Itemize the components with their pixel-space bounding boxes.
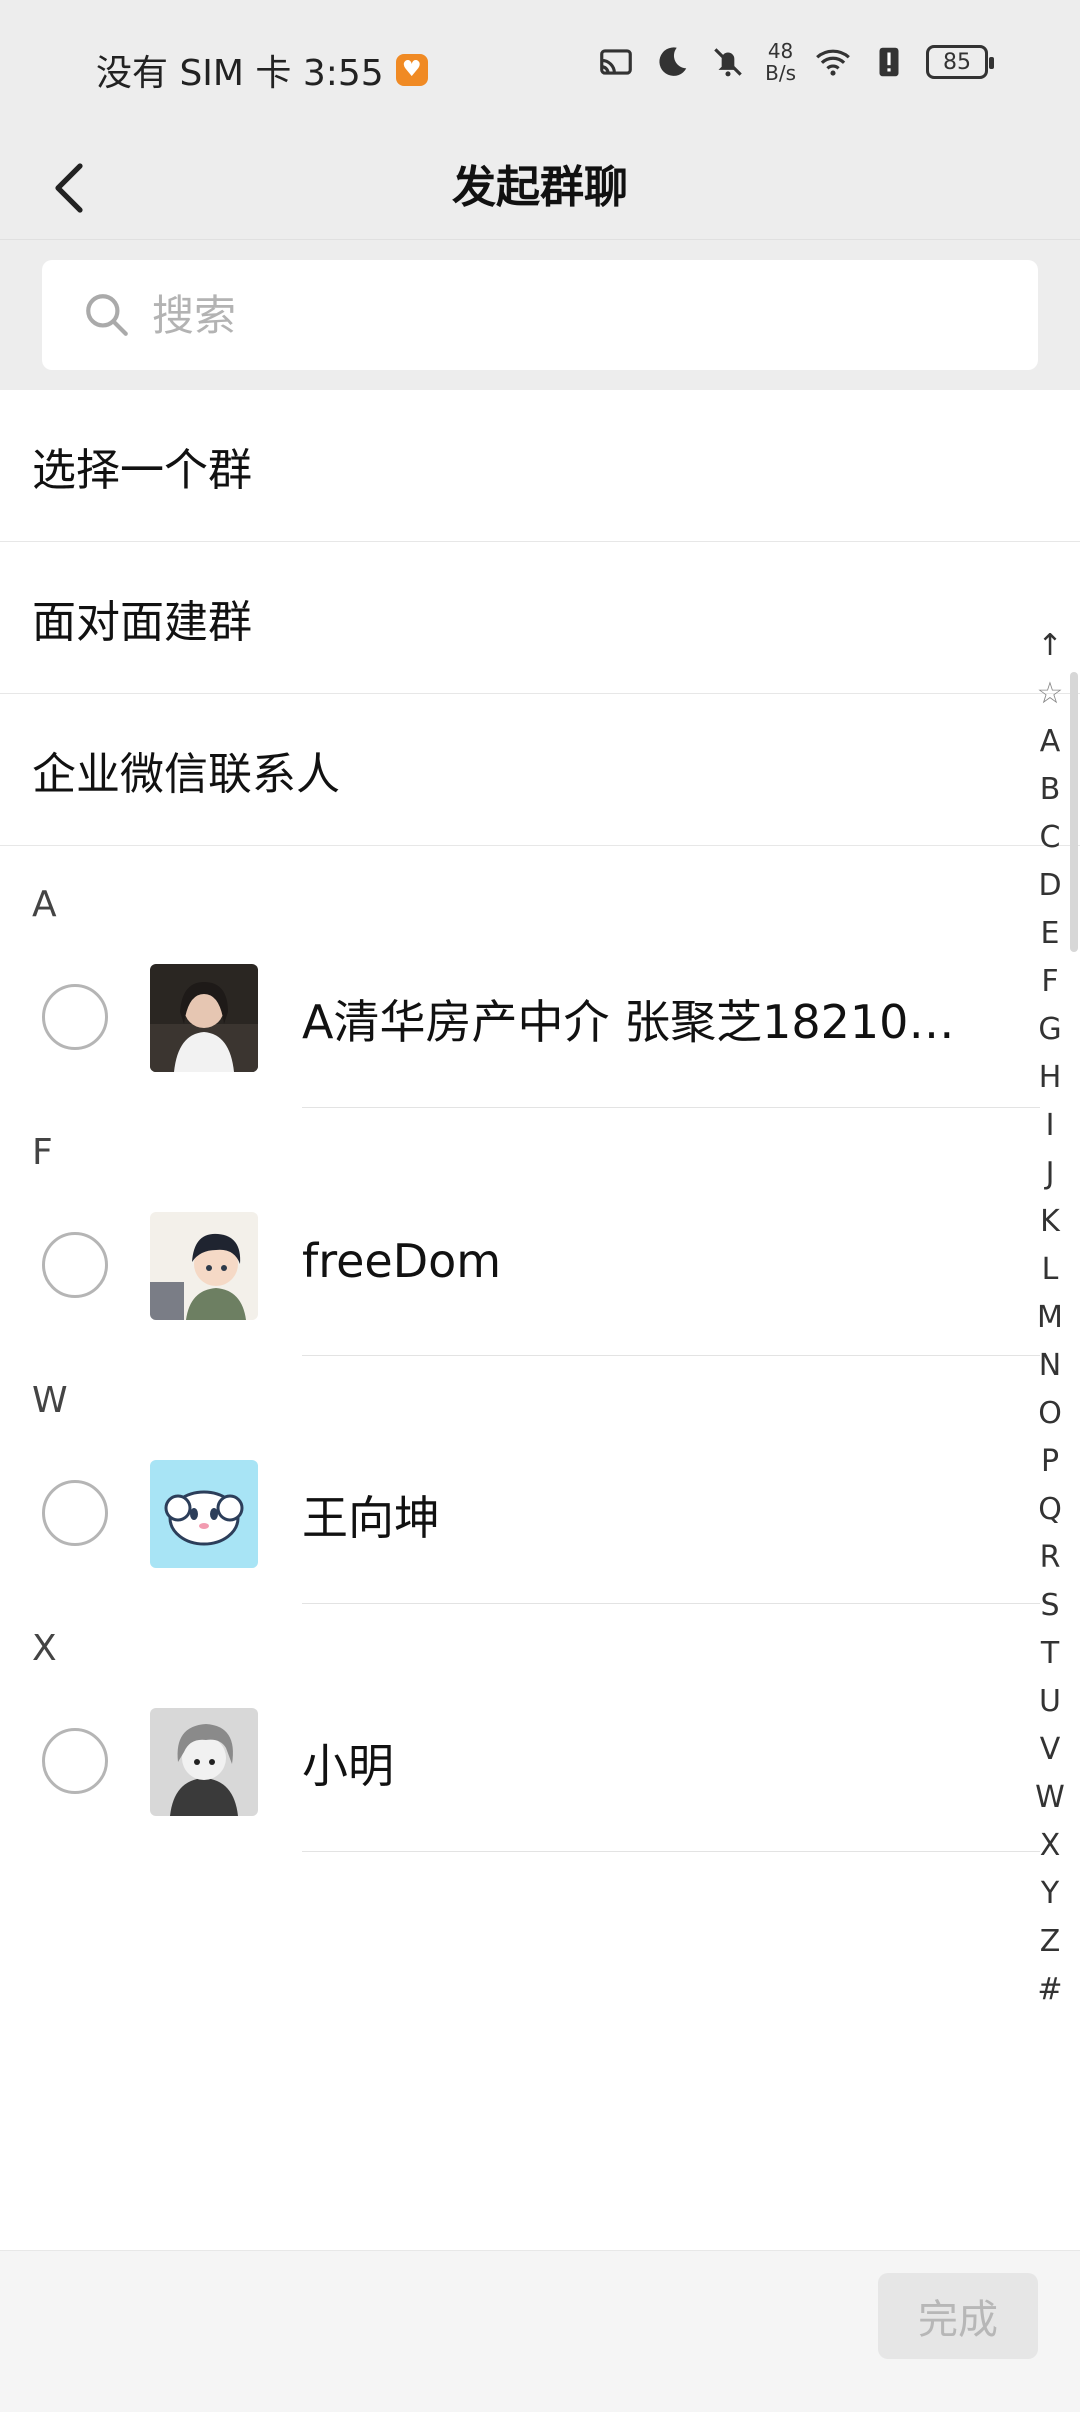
divider [302,1107,1040,1108]
index-item-h[interactable]: H [1028,1054,1072,1102]
alphabet-index-bar[interactable]: ↑ ☆ A B C D E F G H I J K L M N O P Q R S T U V W X Y Z # [1028,622,1072,2014]
index-item-p[interactable]: P [1028,1438,1072,1486]
contact-row[interactable]: A清华房产中介 张聚芝182102... [0,928,1040,1108]
status-bar: 没有 SIM 卡 3:55 ♥ 48 B/s 85 [0,0,1080,136]
option-select-group[interactable]: 选择一个群 [0,390,1080,542]
index-item-r[interactable]: R [1028,1534,1072,1582]
contact-name: 王向坤 [302,1491,440,1545]
avatar-image [150,964,258,1072]
index-item-l[interactable]: L [1028,1246,1072,1294]
index-item-t[interactable]: T [1028,1630,1072,1678]
battery-level: 85 [943,49,971,75]
option-face-to-face-group[interactable]: 面对面建群 [0,542,1080,694]
app-badge-icon: ♥ [395,54,428,86]
screen: 没有 SIM 卡 3:55 ♥ 48 B/s 85 发起群聊 搜索 选择一个群 … [0,0,1080,2412]
net-speed-value: 48 [767,39,794,63]
search-box[interactable] [42,260,1038,370]
index-item-g[interactable]: G [1028,1006,1072,1054]
index-item-k[interactable]: K [1028,1198,1072,1246]
back-button[interactable] [30,146,110,230]
moon-icon [659,47,687,76]
divider [302,1355,1040,1356]
bottom-bar: 完成 [0,2250,1080,2412]
divider [302,1603,1040,1604]
alert-icon [879,47,899,77]
search-area [0,240,1080,390]
section-header-x: X [32,1628,57,1669]
contact-name: 小明 [302,1739,394,1793]
index-item-e[interactable]: E [1028,910,1072,958]
chevron-left-icon [55,163,83,213]
bell-off-icon [714,48,742,77]
contact-name: A清华房产中介 张聚芝182102... [302,995,962,1049]
index-item-y[interactable]: Y [1028,1870,1072,1918]
index-item-s[interactable]: S [1028,1582,1072,1630]
section-header-w: W [32,1380,68,1421]
avatar [150,964,258,1072]
page-title: 发起群聊 [452,162,628,213]
select-radio[interactable] [42,1728,108,1794]
title-bar: 发起群聊 [0,136,1080,240]
contact-row[interactable]: 王向坤 [0,1424,1040,1604]
index-item-f[interactable]: F [1028,958,1072,1006]
avatar-image [150,1708,258,1816]
index-item-d[interactable]: D [1028,862,1072,910]
section-header-f: F [32,1132,53,1173]
index-item-o[interactable]: O [1028,1390,1072,1438]
avatar-image [150,1212,258,1320]
contact-row[interactable]: 小明 [0,1672,1040,1852]
option-label: 企业微信联系人 [32,748,340,800]
index-item-star[interactable]: ☆ [1028,670,1072,718]
option-label: 面对面建群 [32,596,252,648]
avatar-image [150,1460,258,1568]
divider [302,1851,1040,1852]
index-item-j[interactable]: J [1028,1150,1072,1198]
avatar [150,1708,258,1816]
avatar [150,1212,258,1320]
done-button[interactable]: 完成 [878,2273,1038,2359]
cast-icon [600,49,632,75]
select-radio[interactable] [42,984,108,1050]
contact-row[interactable]: freeDom [0,1176,1040,1356]
index-item-w[interactable]: W [1028,1774,1072,1822]
index-item-b[interactable]: B [1028,766,1072,814]
avatar [150,1460,258,1568]
index-item-top[interactable]: ↑ [1028,622,1072,670]
search-icon [86,294,128,336]
index-item-m[interactable]: M [1028,1294,1072,1342]
battery-indicator: 85 [926,45,994,79]
index-item-i[interactable]: I [1028,1102,1072,1150]
option-enterprise-wechat-contacts[interactable]: 企业微信联系人 [0,694,1080,846]
index-item-c[interactable]: C [1028,814,1072,862]
select-radio[interactable] [42,1232,108,1298]
search-input[interactable] [152,290,952,340]
index-item-v[interactable]: V [1028,1726,1072,1774]
index-item-hash[interactable]: # [1028,1966,1072,2014]
option-label: 选择一个群 [32,444,252,496]
index-item-u[interactable]: U [1028,1678,1072,1726]
wifi-icon [816,49,850,76]
carrier-time: 没有 SIM 卡 3:55 [96,53,384,94]
index-item-n[interactable]: N [1028,1342,1072,1390]
index-item-x[interactable]: X [1028,1822,1072,1870]
net-speed-unit: B/s [765,61,796,85]
status-right: 48 B/s 85 [597,40,994,84]
index-item-q[interactable]: Q [1028,1486,1072,1534]
section-header-a: A [32,884,57,925]
contact-name: freeDom [302,1234,502,1288]
status-left: 没有 SIM 卡 3:55 ♥ [96,44,428,96]
net-speed: 48 B/s [765,40,796,84]
index-item-a[interactable]: A [1028,718,1072,766]
index-item-z[interactable]: Z [1028,1918,1072,1966]
select-radio[interactable] [42,1480,108,1546]
